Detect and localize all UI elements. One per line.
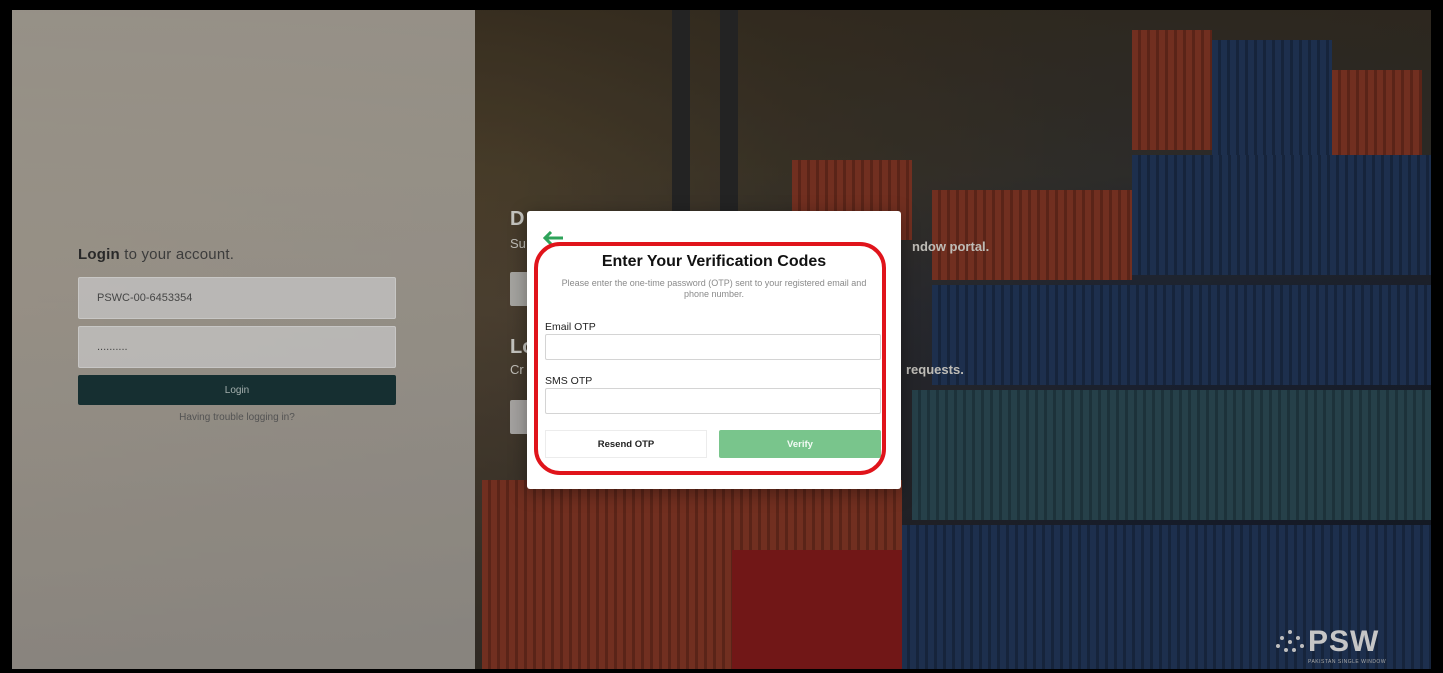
- sms-otp-label: SMS OTP: [545, 375, 593, 387]
- email-otp-label: Email OTP: [545, 321, 596, 333]
- browser-viewport: Login to your account. PSWC-00-6453354 .…: [12, 10, 1431, 669]
- resend-otp-button[interactable]: Resend OTP: [545, 430, 707, 458]
- otp-verification-modal: Enter Your Verification Codes Please ent…: [527, 211, 901, 489]
- screenshot-frame: Login to your account. PSWC-00-6453354 .…: [0, 0, 1443, 673]
- email-otp-input[interactable]: [545, 334, 881, 360]
- sms-otp-input[interactable]: [545, 388, 881, 414]
- modal-description: Please enter the one-time password (OTP)…: [561, 278, 867, 299]
- modal-title: Enter Your Verification Codes: [601, 253, 827, 270]
- arrow-left-icon[interactable]: [542, 230, 565, 246]
- verify-button[interactable]: Verify: [719, 430, 881, 458]
